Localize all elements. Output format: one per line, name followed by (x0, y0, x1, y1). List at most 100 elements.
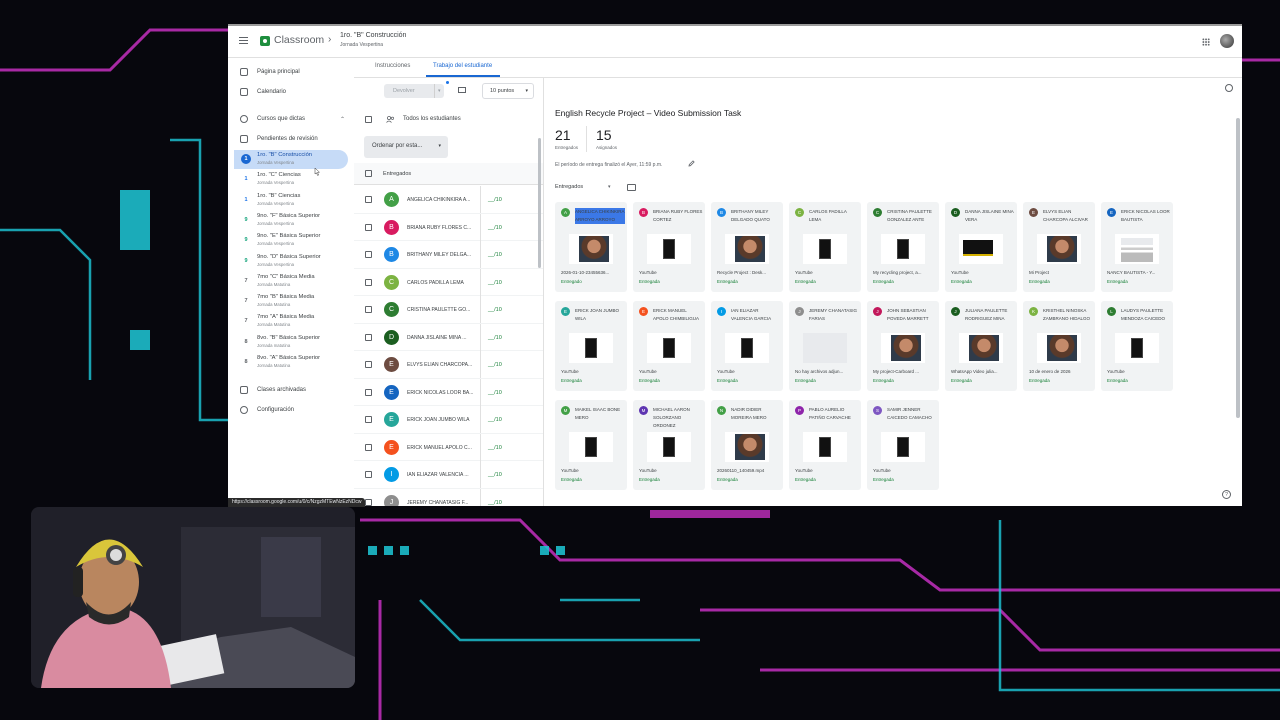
submission-card[interactable]: E ELVYS ELIAN CHARCOPA ALCIVAR Mi Project E… (1023, 202, 1095, 292)
folder-icon[interactable] (627, 184, 636, 191)
submission-card[interactable]: C CARLOS PADILLA LEMA YouTube Entregada (789, 202, 861, 292)
submission-card[interactable]: J JEREMY CHANATASIG FARIAS No hay archivos… (789, 301, 861, 391)
student-row[interactable]: E ERICK JOAN JUMBO WILA __/10 (354, 406, 543, 434)
submission-card[interactable]: E ERICK NICOLAS LOOR BAUTISTA NANCY BAUTIS… (1101, 202, 1173, 292)
attachment-name[interactable]: 20260110_140459.mp4 (717, 468, 779, 473)
grade-input[interactable]: __/10 (480, 378, 543, 406)
attachment-thumbnail[interactable] (647, 333, 691, 363)
submission-card[interactable]: S SAMIR JENNER CAICEDO CAMACHO YouTube Entr… (867, 400, 939, 490)
sidebar-course-item[interactable]: 1 1ro. "C" Ciencias Jornada Vespertina (228, 170, 354, 189)
attachment-name[interactable]: YouTube (873, 468, 935, 473)
pencil-icon[interactable] (688, 160, 695, 167)
menu-icon[interactable] (239, 37, 248, 44)
chevron-up-icon[interactable]: ⌃ (340, 116, 345, 123)
attachment-thumbnail[interactable] (881, 333, 925, 363)
student-checkbox[interactable] (365, 278, 372, 286)
sidebar-course-item[interactable]: 7 7mo "C" Básica Media Jornada Matutina (228, 272, 354, 291)
sidebar-item-settings[interactable]: Configuración (228, 402, 354, 418)
attachment-thumbnail[interactable] (803, 234, 847, 264)
student-checkbox[interactable] (365, 443, 372, 451)
app-name[interactable]: Classroom (274, 34, 324, 46)
attachment-thumbnail[interactable] (959, 234, 1003, 264)
student-checkbox[interactable] (365, 251, 372, 258)
grade-input[interactable]: __/10 (480, 461, 543, 488)
sidebar-course-item[interactable]: 8 8vo. "B" Básica Superior Jornada matutin… (228, 333, 354, 352)
attachment-thumbnail[interactable] (1037, 234, 1081, 264)
submission-card[interactable]: L LAUDYS PAULETTE MENDOZA CAICEDO YouTube E… (1101, 301, 1173, 391)
attachment-name[interactable]: My recycling project, a... (873, 270, 935, 275)
submission-card[interactable]: J JOHN SEBASTIAN POVEDA MARRETT My project… (867, 301, 939, 391)
student-checkbox[interactable] (365, 223, 372, 231)
sidebar-teaching-header[interactable]: Cursos que dictas ⌃ (228, 111, 354, 127)
sidebar-course-item[interactable]: 8 8vo. "A" Básica Superior Jornada Matutin… (228, 353, 354, 372)
attachment-thumbnail[interactable] (647, 234, 691, 264)
attachment-thumbnail[interactable] (881, 234, 925, 264)
breadcrumb-course-title[interactable]: 1ro. "B" Construcción (340, 32, 406, 39)
attachment-thumbnail[interactable] (647, 432, 691, 462)
submission-card[interactable]: E ERICK JOAN JUMBO WILA YouTube Entregada (555, 301, 627, 391)
attachment-name[interactable]: YouTube (717, 369, 779, 374)
submission-card[interactable]: E ERICK MANUEL APOLO CHIMBILIGUA YouTube En… (633, 301, 705, 391)
sidebar-course-item[interactable]: 1 1ro. "B" Ciencias Jornada Vespertina (228, 191, 354, 210)
student-checkbox[interactable] (365, 388, 372, 396)
sidebar-course-item[interactable]: 9 9no. "F" Básica Superior Jornada Vespert… (228, 211, 354, 230)
attachment-name[interactable]: 2026-01-10-23455636... (561, 270, 623, 275)
student-row[interactable]: I IAN ELIAZAR VALENCIA ... __/10 (354, 461, 543, 489)
filter-select[interactable]: Entregados (555, 184, 583, 190)
submission-card[interactable]: A ANGELICA CHIKINKIRA ARROYO ARROYO 2026-0… (555, 202, 627, 292)
attachment-name[interactable]: YouTube (561, 369, 623, 374)
attachment-name[interactable]: YouTube (639, 270, 701, 275)
student-checkbox[interactable] (365, 196, 372, 203)
email-icon[interactable] (458, 87, 466, 93)
sidebar-course-item[interactable]: 9 9no. "D" Básica Superior Jornada Vespert… (228, 252, 354, 271)
attachment-thumbnail[interactable] (725, 333, 769, 363)
attachment-thumbnail[interactable] (569, 333, 613, 363)
attachment-thumbnail[interactable] (1115, 234, 1159, 264)
submission-card[interactable]: I IAN ELIAZAR VALENCIA GARCIA YouTube Entre… (711, 301, 783, 391)
grade-input[interactable]: __/10 (480, 433, 543, 461)
help-icon[interactable]: ? (1222, 490, 1231, 499)
student-checkbox[interactable] (365, 333, 372, 341)
student-row[interactable]: E ERICK NICOLAS LOOR BA... __/10 (354, 378, 543, 406)
student-checkbox[interactable] (365, 498, 372, 506)
attachment-thumbnail[interactable] (569, 432, 613, 462)
grade-input[interactable]: __/10 (480, 406, 543, 433)
student-row[interactable]: E ERICK MANUEL APOLO C... __/10 (354, 433, 543, 461)
sidebar-course-item[interactable]: 1 1ro. "B" Construcción Jornada Vespertina (234, 150, 348, 169)
attachment-name[interactable]: YouTube (639, 369, 701, 374)
submission-card[interactable]: N NADIR DIDIER MOREIRA MERO 20260110_14045… (711, 400, 783, 490)
section-checkbox[interactable] (365, 170, 372, 177)
attachment-thumbnail[interactable] (725, 234, 769, 264)
attachment-thumbnail[interactable] (569, 234, 613, 264)
grade-input[interactable]: __/10 (480, 241, 543, 268)
attachment-name[interactable]: YouTube (561, 468, 623, 473)
sidebar-item-archived[interactable]: Clases archivadas (228, 382, 354, 398)
student-row[interactable]: C CARLOS PADILLA LEMA __/10 (354, 268, 543, 296)
scrollbar[interactable] (1236, 118, 1240, 418)
student-row[interactable]: B BRIANA RUBY FLORES C... __/10 (354, 213, 543, 241)
chevron-down-icon[interactable]: ▾ (608, 184, 611, 190)
account-avatar[interactable] (1220, 34, 1234, 48)
all-students-label[interactable]: Todos los estudiantes (403, 116, 461, 122)
attachment-thumbnail[interactable] (725, 432, 769, 462)
attachment-name[interactable]: My project-Carboard ... (873, 369, 935, 374)
select-all-checkbox[interactable] (365, 116, 372, 123)
student-checkbox[interactable] (365, 471, 372, 478)
student-row[interactable]: B BRITHANY MILEY DELGA... __/10 (354, 241, 543, 269)
attachment-name[interactable]: YouTube (639, 468, 701, 473)
sidebar-course-item[interactable]: 7 7mo "B" Básica Media Jornada Matutina (228, 292, 354, 311)
apps-grid-icon[interactable] (1202, 38, 1210, 46)
student-checkbox[interactable] (365, 361, 372, 368)
submission-card[interactable]: C CRISTINA PAULETTE GONZALEZ ANTE My recyc… (867, 202, 939, 292)
sidebar-course-item[interactable]: 9 9no. "E" Básica Superior Jornada Vespert… (228, 231, 354, 250)
grade-input[interactable]: __/10 (480, 488, 543, 506)
sidebar-item-to-review[interactable]: Pendientes de revisión (228, 131, 354, 147)
student-row[interactable]: E ELVYS ELIAN CHARCOPA... __/10 (354, 351, 543, 379)
student-row[interactable]: A ANGELICA CHIKINKIRA A... __/10 (354, 186, 543, 214)
tab-student-work[interactable]: Trabajo del estudiante (433, 63, 492, 69)
grade-input[interactable]: __/10 (480, 213, 543, 241)
submission-card[interactable]: B BRIANA RUBY FLORES CORTEZ YouTube Entrega… (633, 202, 705, 292)
return-dropdown-caret[interactable]: ▾ (434, 84, 444, 98)
submission-card[interactable]: K KRISTHEL NINOSKA ZAMBRANO HIDALGO 10 de … (1023, 301, 1095, 391)
attachment-name[interactable]: No hay archivos adjun... (795, 369, 857, 374)
